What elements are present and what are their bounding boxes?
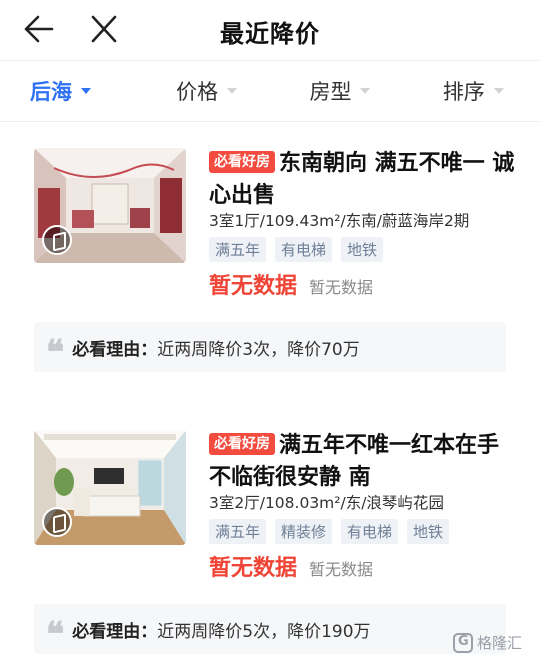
filter-sort-label: 排序 [442, 80, 485, 104]
price-row: 暂无数据 暂无数据 [209, 268, 519, 300]
caret-down-icon [227, 88, 238, 94]
listing-meta: 3室1厅/109.43m²/东南/蔚蓝海岸2期 [209, 212, 470, 230]
caret-down-icon [360, 88, 371, 94]
filter-bar: 后海 价格 房型 排序 [0, 60, 540, 122]
reason-label: 必看理由： [72, 339, 158, 360]
listing-title[interactable]: 必看好房 东南朝向 满五不唯一 诚心出售 [209, 148, 519, 212]
reason-box: ❝ 必看理由： 近两周降价5次，降价190万 [34, 604, 506, 654]
tag: 地铁 [341, 237, 384, 262]
price-row: 暂无数据 暂无数据 [209, 550, 519, 582]
watermark: 格隆汇 [452, 632, 522, 653]
filter-layout[interactable]: 房型 [273, 61, 406, 121]
gelonghui-logo-icon [452, 632, 473, 653]
listing-title[interactable]: 必看好房 满五年不唯一红本在手 不临街很安静 南 [209, 430, 519, 494]
vr-tour-icon [42, 225, 72, 255]
vr-tour-icon [42, 507, 72, 537]
listing-tags: 满五年 精装修 有电梯 地铁 [209, 519, 519, 544]
unit-price: 暂无数据 [309, 278, 374, 297]
tag: 有电梯 [275, 237, 333, 262]
listing-info: 必看好房 东南朝向 满五不唯一 诚心出售 3室1厅/109.43m²/东南/蔚蓝海… [209, 148, 519, 300]
listing-photo[interactable] [34, 430, 186, 545]
total-price: 暂无数据 [209, 556, 298, 581]
filter-price-label: 价格 [176, 80, 219, 104]
filter-area[interactable]: 后海 [0, 61, 140, 121]
tag: 地铁 [407, 519, 450, 544]
watermark-text: 格隆汇 [476, 634, 522, 652]
filter-area-label: 后海 [30, 80, 72, 104]
reason-label: 必看理由： [72, 621, 158, 642]
total-price: 暂无数据 [209, 274, 298, 299]
caret-down-icon [81, 88, 91, 94]
listing-meta: 3室2厅/108.03m²/东/浪琴屿花园 [209, 494, 444, 512]
filter-layout-label: 房型 [309, 80, 352, 104]
tag: 精装修 [275, 519, 333, 544]
listing-tags: 满五年 有电梯 地铁 [209, 237, 519, 262]
filter-price[interactable]: 价格 [140, 61, 273, 121]
tag: 满五年 [209, 519, 267, 544]
tag: 有电梯 [341, 519, 399, 544]
listing-photo[interactable] [34, 148, 186, 263]
quote-icon: ❝ [46, 333, 65, 373]
unit-price: 暂无数据 [309, 560, 374, 579]
reason-text: 近两周降价5次，降价190万 [157, 621, 371, 642]
listing-info: 必看好房 满五年不唯一红本在手 不临街很安静 南 3室2厅/108.03m²/东/… [209, 430, 519, 582]
tag: 满五年 [209, 237, 267, 262]
top-nav-bar: 最近降价 [0, 0, 540, 60]
caret-down-icon [493, 88, 504, 94]
quote-icon: ❝ [46, 615, 65, 655]
must-see-badge: 必看好房 [209, 433, 275, 455]
listing-card[interactable]: 必看好房 东南朝向 满五不唯一 诚心出售 3室1厅/109.43m²/东南/蔚蓝海… [0, 122, 540, 382]
must-see-badge: 必看好房 [209, 151, 275, 173]
listing-card[interactable]: 必看好房 满五年不唯一红本在手 不临街很安静 南 3室2厅/108.03m²/东/… [0, 382, 540, 663]
page-title: 最近降价 [220, 20, 320, 48]
reason-text: 近两周降价3次，降价70万 [157, 339, 360, 360]
filter-sort[interactable]: 排序 [407, 61, 540, 121]
reason-box: ❝ 必看理由： 近两周降价3次，降价70万 [34, 322, 506, 372]
